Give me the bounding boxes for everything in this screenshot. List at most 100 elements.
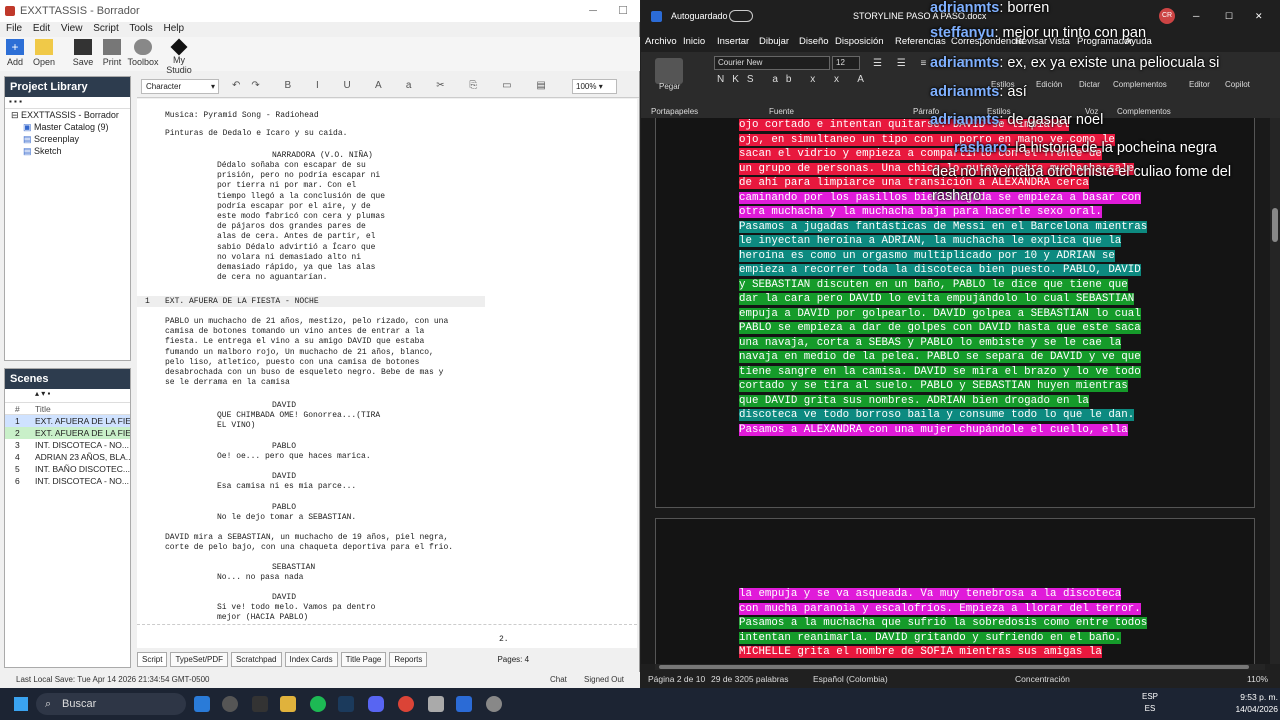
addins-button[interactable]: Complementos	[1113, 80, 1167, 89]
menu-file[interactable]: File	[6, 23, 22, 34]
menu-tools[interactable]: Tools	[129, 23, 152, 34]
tree-item-sketch[interactable]: ▤ Sketch	[5, 145, 130, 157]
chat-button[interactable]: Chat	[550, 672, 567, 688]
ribbon-tab[interactable]: Diseño	[799, 32, 829, 52]
dialogue: No... no pasa nada	[217, 573, 304, 582]
font-name-select[interactable]: Courier New	[714, 56, 830, 70]
signed-status[interactable]: Signed Out	[584, 672, 624, 688]
print-button[interactable]: Print	[100, 39, 124, 67]
document-line: empieza a recorrer toda la discoteca bie…	[739, 264, 1141, 276]
language[interactable]: Español (Colombia)	[813, 670, 888, 688]
scene-row[interactable]: 2 EXT. AFUERA DE LA FIE...	[5, 427, 130, 439]
ribbon-tab[interactable]: Inicio	[683, 32, 706, 54]
font-size-select[interactable]: 12	[832, 56, 860, 70]
scene-row[interactable]: 1 EXT. AFUERA DE LA FIE...	[5, 415, 130, 427]
tree-root[interactable]: ⊟ EXXTTASSIS - Borrador	[5, 109, 130, 121]
open-button[interactable]: Open	[30, 39, 58, 67]
app-icon	[5, 6, 15, 16]
scene-row[interactable]: 6 INT. DISCOTECA - NO...	[5, 475, 130, 487]
discord-icon[interactable]	[368, 696, 384, 712]
spotify-icon[interactable]	[310, 696, 326, 712]
epic-games-icon[interactable]	[252, 696, 268, 712]
dictate-button[interactable]: Dictar	[1079, 80, 1100, 89]
character-name: DAVID	[272, 472, 297, 481]
close-button[interactable]: ✕	[1255, 0, 1263, 32]
chat-message: adrianmts: así	[930, 84, 1027, 100]
tab-title-page[interactable]: Title Page	[340, 652, 387, 667]
chat-text: de gaspar noel	[1007, 112, 1104, 128]
tab-index-cards[interactable]: Index Cards	[284, 652, 338, 667]
language-indicator[interactable]: ESP ES	[1142, 691, 1158, 715]
ribbon-tab[interactable]: Dibujar	[759, 32, 789, 52]
scene-row[interactable]: 4 ADRIAN 23 AÑOS, BLA...	[5, 451, 130, 463]
copilot-button[interactable]: Copilot	[1225, 80, 1250, 89]
chat-text: ex, ex ya existe una peliocuala si	[1007, 55, 1220, 71]
element-type-select[interactable]: Character ▾	[141, 79, 219, 94]
system-clock[interactable]: 9:53 p. m. 14/04/2026	[1222, 691, 1278, 715]
dialogue: Oe! oe... pero que haces marica.	[217, 452, 371, 461]
add-button[interactable]: + Add	[4, 39, 26, 67]
page-break: 2.	[137, 624, 637, 648]
menu-script[interactable]: Script	[93, 23, 119, 34]
tree-item-screenplay[interactable]: ▤ Screenplay	[5, 133, 130, 145]
word-count[interactable]: 29 de 3205 palabras	[711, 670, 789, 688]
taskbar-search[interactable]: ⌕ Buscar	[36, 693, 186, 715]
zoom-select[interactable]: 100% ▾	[572, 79, 617, 94]
document-line: con mucha paranoia y escalofríos. Empiez…	[739, 602, 1141, 615]
steam-icon[interactable]	[338, 696, 354, 712]
scene-number: 4	[15, 452, 20, 462]
app-icon[interactable]	[222, 696, 238, 712]
windows-start-icon[interactable]	[14, 697, 28, 711]
ribbon-tab[interactable]: Archivo	[645, 32, 677, 52]
autosave-toggle[interactable]	[729, 10, 753, 22]
editor-button[interactable]: Editor	[1189, 80, 1210, 89]
menu-view[interactable]: View	[61, 23, 83, 34]
zoom-level[interactable]: 110%	[1247, 670, 1268, 688]
tab-scratchpad[interactable]: Scratchpad	[231, 652, 282, 667]
scene-title: INT. DISCOTECA - NO...	[35, 476, 129, 486]
editing-button[interactable]: Edición	[1036, 80, 1062, 89]
tab-typeset[interactable]: TypeSet/PDF	[170, 652, 229, 667]
scene-title: INT. DISCOTECA - NO...	[35, 440, 129, 450]
maximize-button[interactable]: ☐	[1225, 0, 1233, 32]
tree-item-master-catalog[interactable]: ▣ Master Catalog (9)	[5, 121, 130, 133]
save-button[interactable]: Save	[70, 39, 96, 67]
my-studio-button[interactable]: My Studio	[160, 38, 198, 75]
maximize-button[interactable]: ☐	[608, 0, 638, 22]
tab-reports[interactable]: Reports	[389, 652, 428, 667]
font-format-buttons[interactable]: NKS ab x x A	[717, 74, 872, 85]
chat-message: dea no inventaba otro chiste el culiao f…	[932, 164, 1231, 180]
vertical-scrollbar[interactable]	[1270, 118, 1280, 664]
scene-title: ADRIAN 23 AÑOS, BLA...	[35, 452, 130, 462]
paste-button[interactable]: Pegar	[659, 82, 680, 91]
ribbon-tab[interactable]: Insertar	[717, 32, 749, 52]
word-taskbar-icon[interactable]	[456, 696, 472, 712]
character-name: SEBASTIAN	[272, 563, 316, 572]
ribbon-tab[interactable]: Disposición	[835, 32, 884, 52]
celtx-taskbar-icon[interactable]	[428, 696, 444, 712]
widgets-icon[interactable]	[194, 696, 210, 712]
chrome-icon[interactable]	[398, 696, 414, 712]
wrench-icon	[134, 39, 152, 55]
chat-username: steffanyu	[930, 25, 995, 41]
minimize-button[interactable]: ─	[578, 0, 608, 22]
focus-mode[interactable]: Concentración	[1015, 670, 1070, 688]
settings-icon[interactable]	[486, 696, 502, 712]
page-indicator[interactable]: Página 2 de 10	[648, 670, 705, 688]
scene-row[interactable]: 5 INT. BAÑO DISCOTEC...	[5, 463, 130, 475]
minimize-button[interactable]: ─	[1193, 0, 1199, 32]
autosave-label: Autoguardado	[671, 11, 728, 21]
file-explorer-icon[interactable]	[280, 696, 296, 712]
scene-title: EXT. AFUERA DE LA FIE...	[35, 428, 130, 438]
chat-text: rasharo	[932, 188, 982, 204]
avatar[interactable]: CR	[1159, 8, 1175, 24]
scene-row[interactable]: 3 INT. DISCOTECA - NO...	[5, 439, 130, 451]
format-buttons[interactable]: ↶↷ B I U A a ✂ ⎘ ▭ ▤	[232, 80, 557, 91]
tab-script[interactable]: Script	[137, 652, 168, 667]
toolbox-button[interactable]: Toolbox	[127, 39, 159, 67]
menu-edit[interactable]: Edit	[33, 23, 50, 34]
script-editor[interactable]: Musica: Pyramid Song - Radiohead Pintura…	[137, 99, 637, 624]
scroll-thumb[interactable]	[1272, 208, 1278, 242]
menu-help[interactable]: Help	[164, 23, 185, 34]
chat-username: adrianmts	[930, 112, 1000, 128]
